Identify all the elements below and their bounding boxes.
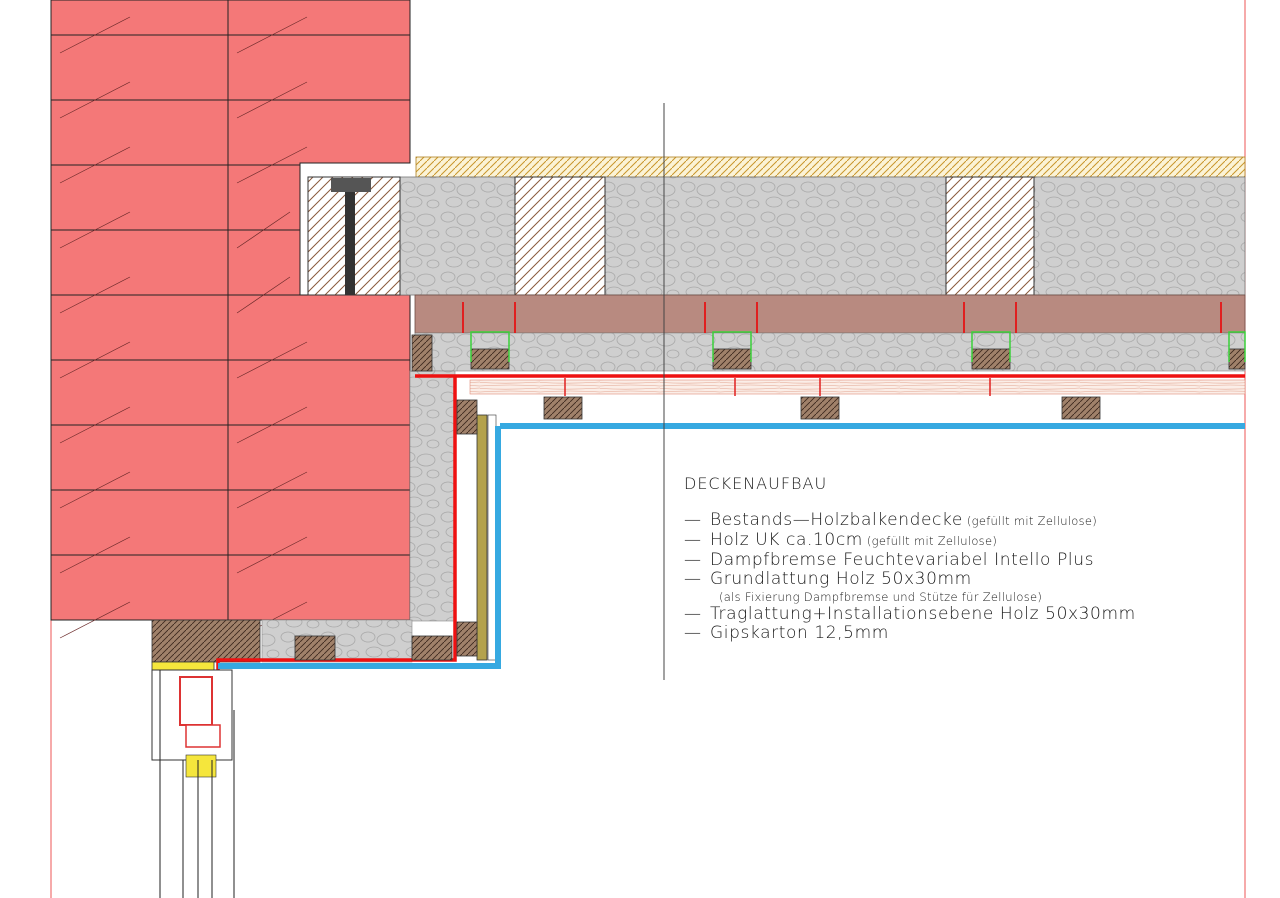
legend-item-text: Traglattung+Installationsebene Holz 50x3… <box>710 604 1136 624</box>
legend: DECKENAUFBAU — Bestands—Holzbalkendecke (… <box>684 474 1136 643</box>
legend-item: — Bestands—Holzbalkendecke (gefüllt mit Z… <box>684 511 1136 531</box>
legend-item-text: Bestands—Holzbalkendecke <box>710 510 963 530</box>
lintel-batten <box>294 635 336 661</box>
wall-batten-3 <box>411 635 453 661</box>
legend-item: — Gipskarton 12,5mm <box>684 624 1136 643</box>
timber-beam-1 <box>514 176 606 296</box>
legend-dash: — <box>684 604 702 624</box>
window-frame <box>151 661 235 898</box>
lower-batten <box>1061 396 1101 420</box>
legend-items: — Bestands—Holzbalkendecke (gefüllt mit Z… <box>684 511 1136 643</box>
legend-item-text: Holz UK ca.10cm <box>710 530 863 550</box>
floor-boards <box>414 294 1246 334</box>
wall-insulation <box>409 370 456 622</box>
legend-item-note: (gefüllt mit Zellulose) <box>862 534 998 548</box>
legend-item: — Traglattung+Installationsebene Holz 50x… <box>684 605 1136 624</box>
legend-dash: — <box>684 623 702 643</box>
wall-batten-2 <box>456 621 478 657</box>
legend-item: — Dampfbremse Feuchtevariabel Intello Plu… <box>684 551 1136 570</box>
lower-batten <box>543 396 583 420</box>
legend-item-note: (gefüllt mit Zellulose) <box>962 514 1098 528</box>
uk-batten <box>712 348 752 370</box>
wall-batten-1 <box>456 399 478 435</box>
screed-layer <box>415 156 1246 178</box>
legend-item: — Grundlattung Holz 50x30mm <box>684 570 1136 589</box>
legend-item: — Holz UK ca.10cm (gefüllt mit Zellulose) <box>684 531 1136 551</box>
lintel-insulation <box>261 619 413 663</box>
legend-heading: DECKENAUFBAU <box>684 474 828 493</box>
cellulose-fill-lower <box>414 332 1246 372</box>
uk-batten <box>971 348 1011 370</box>
legend-dash: — <box>684 510 702 530</box>
legend-item-text: Grundlattung Holz 50x30mm <box>710 569 972 589</box>
masonry-wall <box>50 0 411 639</box>
timber-beam-2 <box>945 176 1035 296</box>
wall-batten-top <box>411 334 433 372</box>
legend-dash: — <box>684 569 702 589</box>
legend-item-text: Dampfbremse Feuchtevariabel Intello Plus <box>710 550 1095 570</box>
legend-dash: — <box>684 530 702 550</box>
legend-dash: — <box>684 550 702 570</box>
wall-lining-gap <box>487 414 497 661</box>
wall-lining-board <box>476 414 488 661</box>
batten-layer <box>469 379 1246 395</box>
ceiling-detail-drawing <box>50 0 1246 898</box>
lintel-timber <box>151 619 261 663</box>
uk-batten <box>470 348 510 370</box>
legend-item-text: Gipskarton 12,5mm <box>710 623 889 643</box>
legend-subnote: (als Fixierung Dampfbremse und Stütze fü… <box>719 590 1043 604</box>
anchor-bolt <box>345 180 355 295</box>
lower-batten <box>800 396 840 420</box>
uk-batten <box>1228 348 1246 370</box>
anchor-plate <box>331 178 371 192</box>
